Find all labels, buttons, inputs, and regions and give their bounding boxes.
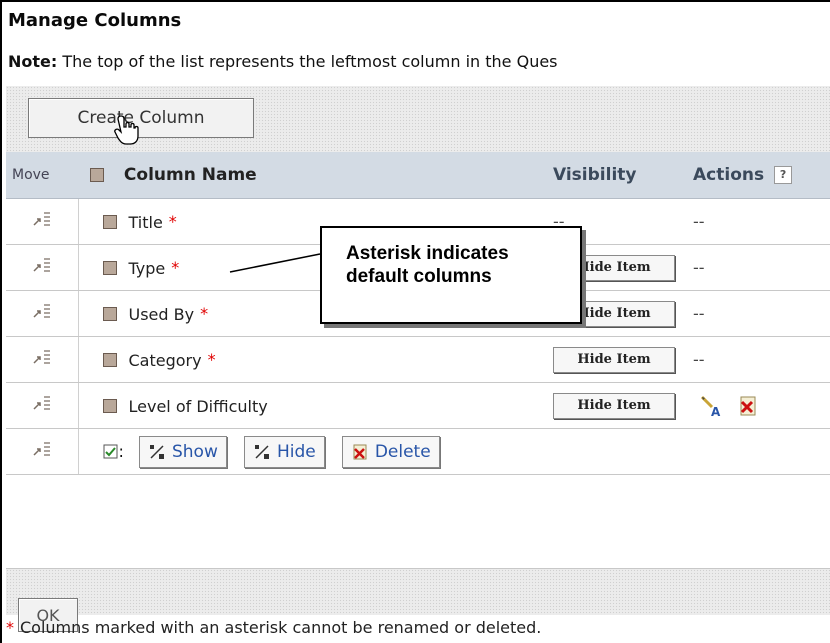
callout-line-2: default columns [346,266,492,287]
annotation-callout: Asterisk indicates default columns [320,226,582,324]
callout-line-1: Asterisk indicates [346,243,509,264]
manage-columns-panel: Manage Columns Note: The top of the list… [0,0,830,643]
